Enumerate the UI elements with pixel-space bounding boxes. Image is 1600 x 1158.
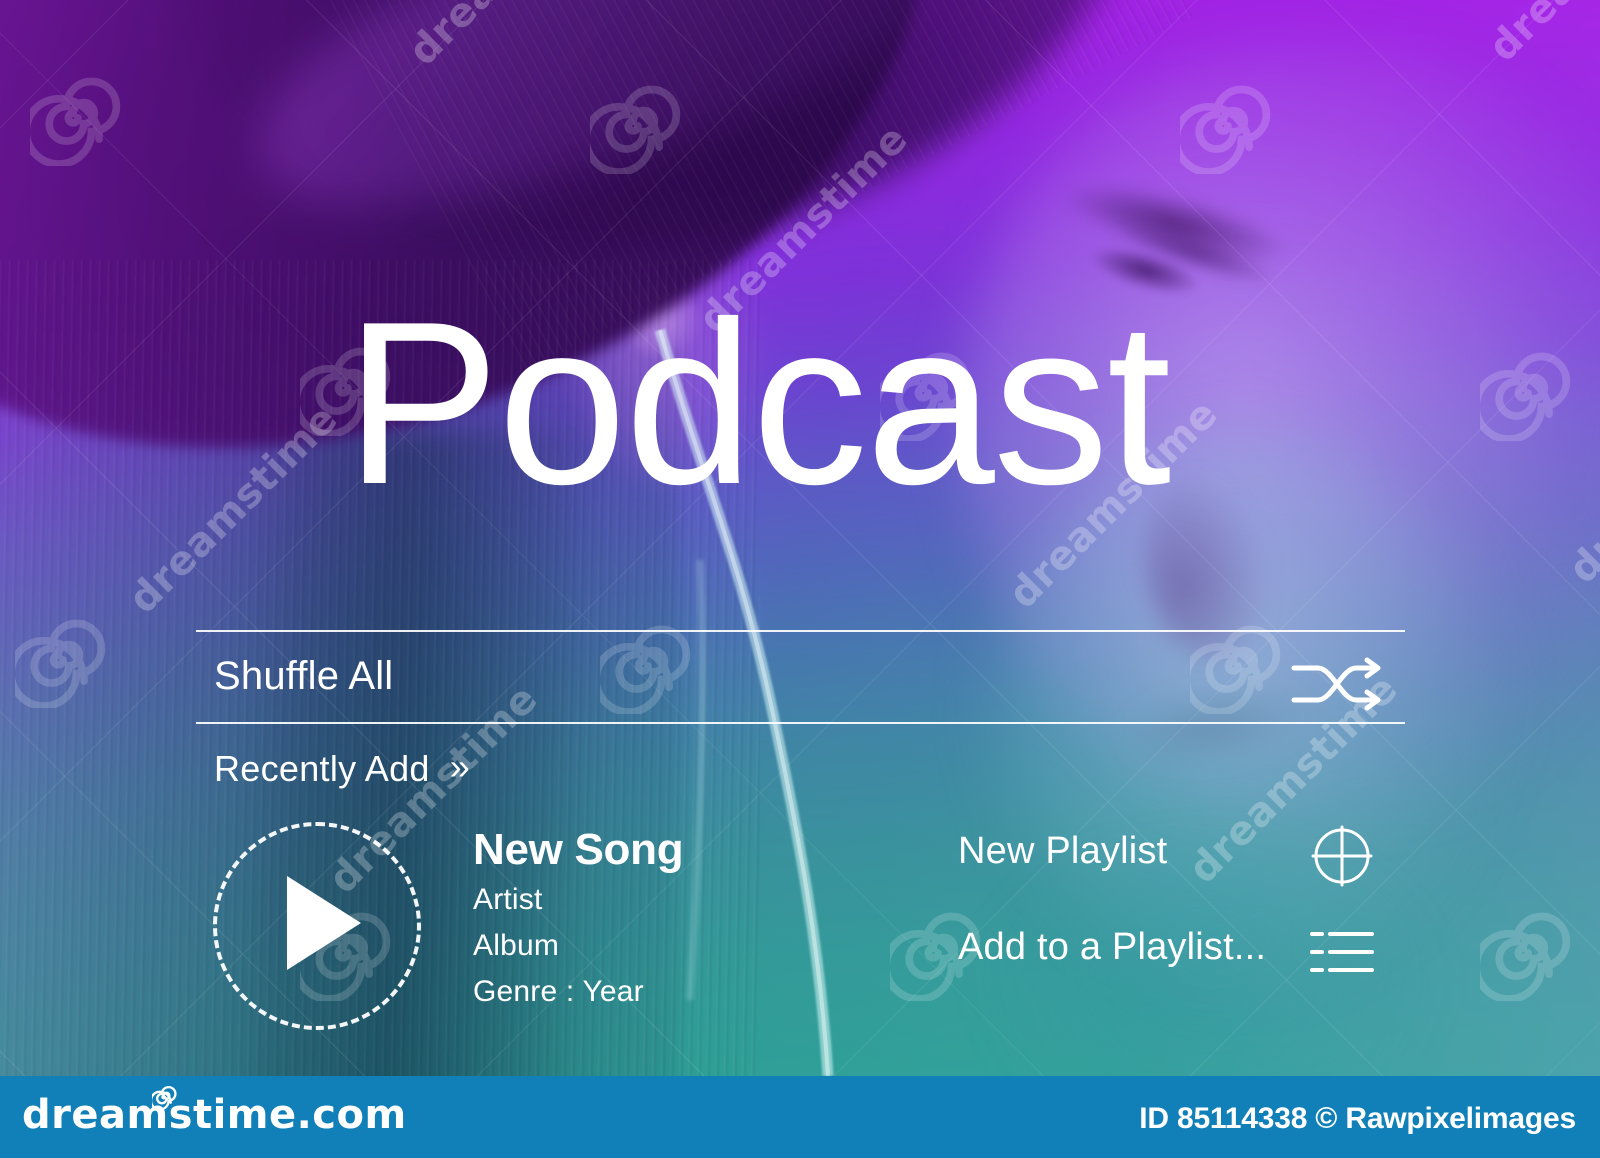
dreamstime-logo: dreamstime.com (22, 1092, 407, 1138)
add-to-playlist-label: Add to a Playlist... (958, 926, 1267, 968)
new-playlist-action[interactable]: New Playlist (958, 825, 1373, 908)
play-icon (287, 876, 361, 970)
shuffle-icon[interactable] (1288, 656, 1388, 712)
song-artist: Artist (473, 883, 543, 917)
song-genre-year: Genre : Year (473, 974, 644, 1008)
recently-add-link[interactable]: Recently Add » (214, 748, 470, 790)
double-chevron-right-icon: » (449, 746, 471, 787)
song-album: Album (473, 928, 560, 962)
podcast-screen: dreamstime dreamstime dreamstime dreamst… (0, 0, 1600, 1158)
song-title: New Song (473, 825, 684, 874)
add-to-playlist-action[interactable]: Add to a Playlist... (958, 926, 1374, 1004)
plus-circle-icon[interactable] (1310, 824, 1374, 888)
new-playlist-label: New Playlist (958, 830, 1168, 872)
image-credit: ID 85114338 © Rawpixelimages (1139, 1102, 1576, 1135)
list-icon[interactable] (1310, 920, 1374, 984)
divider-bottom (196, 722, 1405, 724)
divider-top (196, 630, 1405, 632)
spiral-icon (152, 1085, 177, 1110)
play-button[interactable] (213, 822, 421, 1030)
recently-add-label: Recently Add (214, 748, 430, 789)
playlist-actions: New Playlist Add to a Playlist... (958, 825, 1374, 1004)
page-title: Podcast (345, 274, 1171, 533)
footer-bar: dreamstime.com ID 85114338 © Rawpixelima… (0, 1076, 1600, 1158)
shuffle-all-label[interactable]: Shuffle All (214, 654, 393, 699)
ui-overlay: Podcast Shuffle All Recently Add » New S… (0, 0, 1600, 1158)
now-playing-info: New Song Artist Album Genre : Year (473, 825, 684, 1011)
